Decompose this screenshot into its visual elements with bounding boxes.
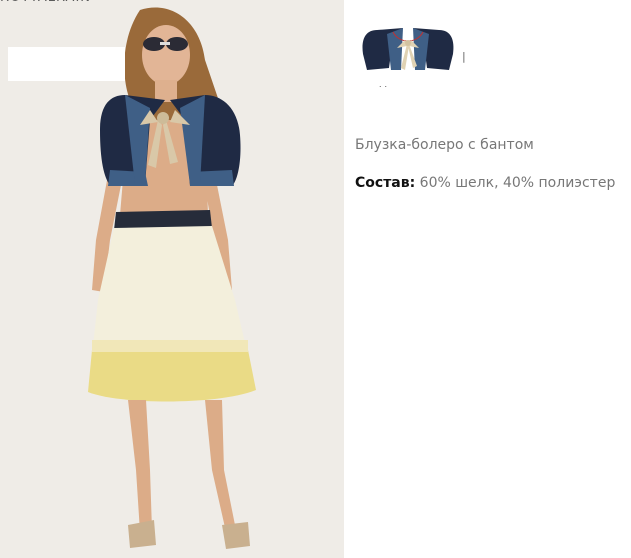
white-overlay-box xyxy=(8,47,125,81)
composition-label: Состав: xyxy=(355,175,416,191)
product-model-photo: ROTTALRAIN xyxy=(0,0,344,558)
thumbnail-marker: ˙˙ xyxy=(378,86,389,96)
composition-value: 60% шелк, 40% полиэстер xyxy=(415,175,616,191)
bolero-thumbnail-icon xyxy=(362,28,454,70)
model-illustration xyxy=(0,0,344,558)
thumbnail-separator: | xyxy=(462,50,466,63)
header-partial-text: ROTTALRAIN xyxy=(0,0,91,8)
product-composition: Состав: 60% шелк, 40% полиэстер xyxy=(355,175,615,191)
product-thumbnail[interactable] xyxy=(357,18,459,84)
product-name: Блузка-болеро с бантом xyxy=(355,137,534,153)
